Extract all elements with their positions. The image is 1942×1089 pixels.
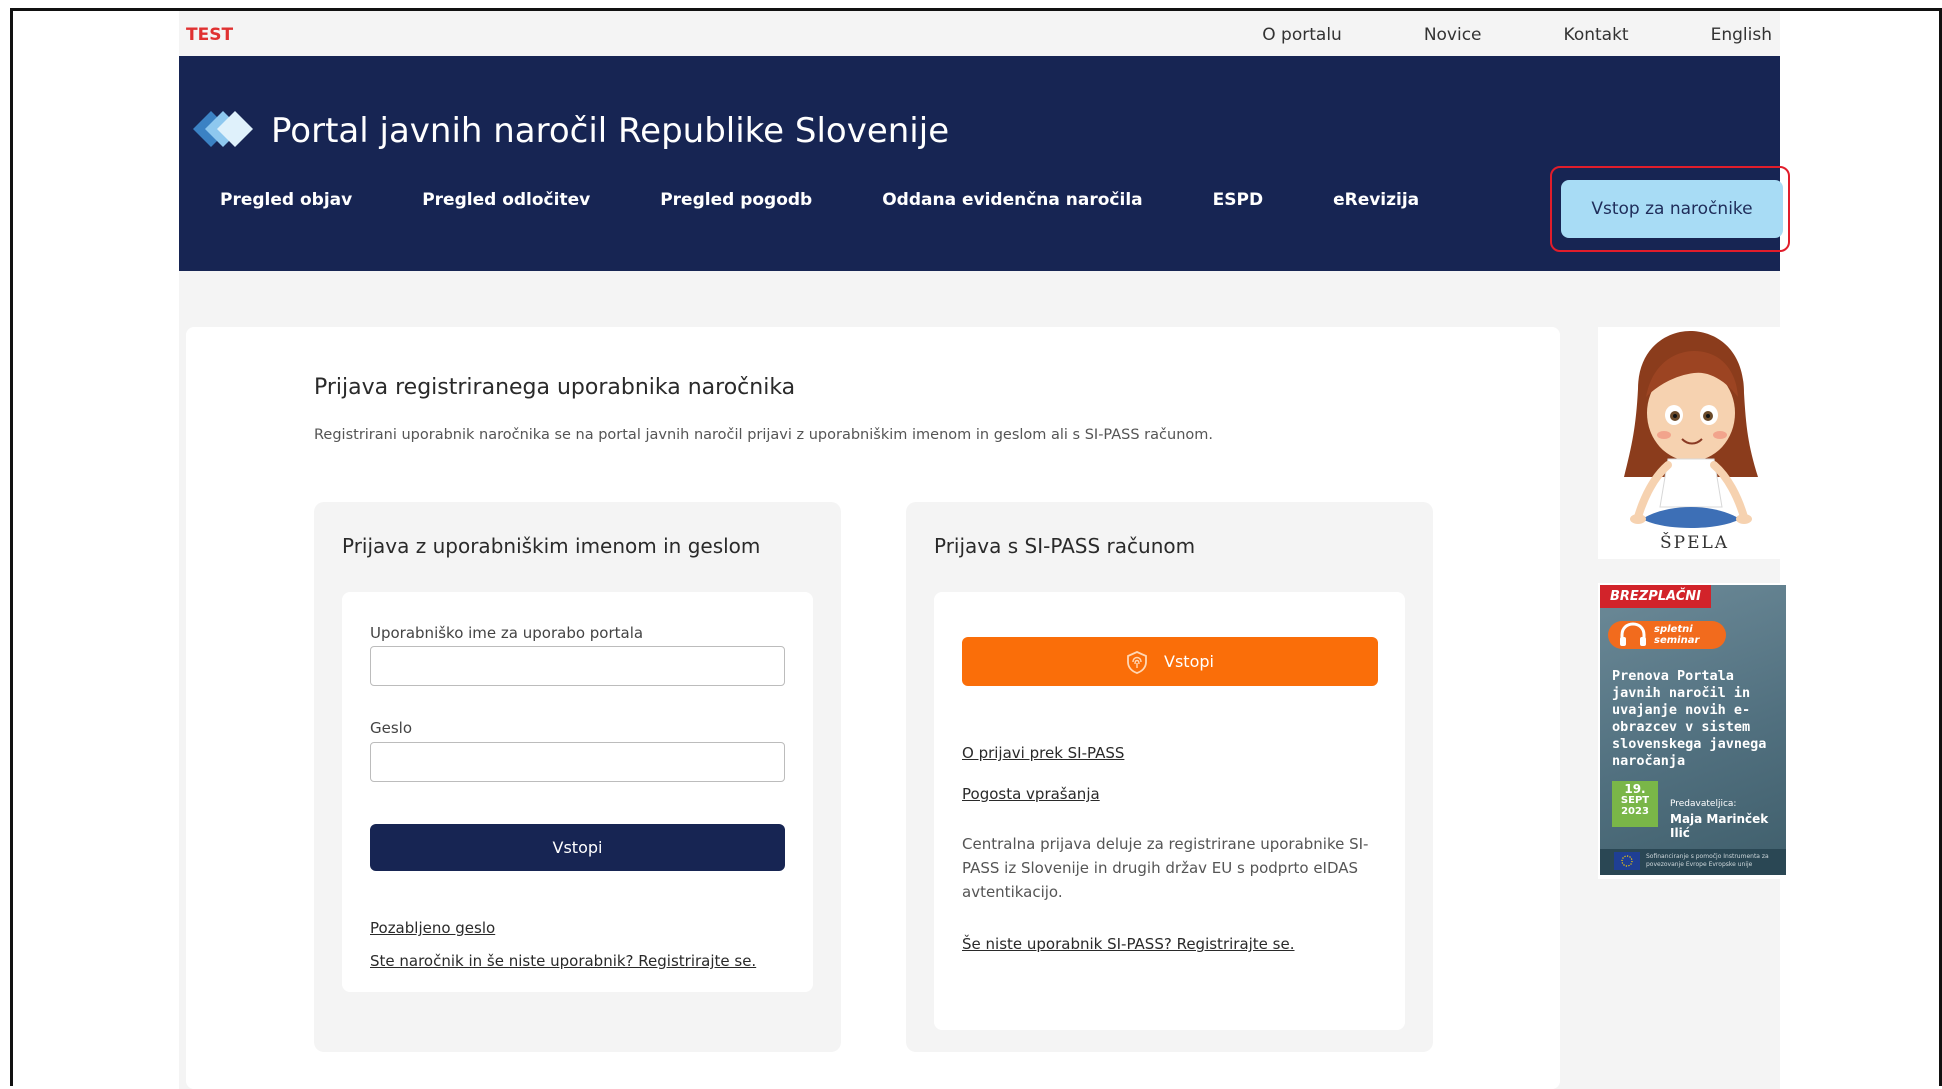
mascot-spela-image[interactable]: ŠPELA (1598, 327, 1780, 559)
fingerprint-icon (1127, 650, 1147, 674)
nav-pregled-objav[interactable]: Pregled objav (220, 190, 352, 210)
webinar-ad-container: BREZPLAČNI spletni seminar Prenova Porta… (1598, 583, 1786, 879)
ad-webinar-label: spletni seminar (1654, 624, 1700, 646)
browser-frame: TEST O portalu Novice Kontakt English Po… (10, 8, 1942, 1089)
nav-erevizija[interactable]: eRevizija (1333, 190, 1419, 210)
intro-text: Registrirani uporabnik naročnika se na p… (314, 427, 1213, 443)
password-login-title: Prijava z uporabniškim imenom in geslom (342, 534, 761, 558)
mascot-caption: ŠPELA (1660, 533, 1730, 553)
top-utility-bar: TEST O portalu Novice Kontakt English (179, 11, 1780, 56)
ad-speaker-label: Predavateljica: (1670, 799, 1737, 809)
password-login-form: Uporabniško ime za uporabo portala Geslo… (342, 592, 813, 992)
mascot-illustration (1624, 331, 1758, 528)
webinar-ad-banner[interactable]: BREZPLAČNI spletni seminar Prenova Porta… (1600, 585, 1786, 875)
ad-speaker-name: Maja Marinček Ilić (1670, 812, 1769, 840)
username-label: Uporabniško ime za uporabo portala (370, 624, 644, 642)
ad-footer-text: Sofinanciranje s pomočjo Instrumenta za … (1646, 853, 1769, 868)
ad-title: Prenova Portala javnih naročil in uvajan… (1612, 668, 1767, 769)
headphones-icon (1620, 622, 1646, 646)
password-login-panel: Prijava z uporabniškim imenom in geslom … (314, 502, 841, 1052)
site-header: Portal javnih naročil Republike Slovenij… (179, 56, 1790, 271)
sipass-description: Centralna prijava deluje za registrirane… (962, 835, 1369, 901)
login-card: Prijava registriranega uporabnika naročn… (186, 327, 1560, 1089)
sipass-login-button-label: Vstopi (1164, 652, 1214, 671)
main-nav: Pregled objav Pregled odločitev Pregled … (220, 190, 1419, 210)
login-button-highlight: Vstop za naročnike (1550, 166, 1790, 252)
sipass-login-button[interactable]: Vstopi (962, 637, 1378, 686)
top-link-kontakt[interactable]: Kontakt (1564, 25, 1629, 45)
eu-flag-icon (1614, 852, 1640, 870)
sipass-faq-link[interactable]: Pogosta vprašanja (962, 785, 1100, 803)
page-title: Prijava registriranega uporabnika naročn… (314, 375, 796, 400)
sipass-login-title: Prijava s SI-PASS računom (934, 534, 1196, 558)
top-link-english[interactable]: English (1711, 25, 1772, 45)
nav-pregled-pogodb[interactable]: Pregled pogodb (660, 190, 812, 210)
password-input[interactable] (370, 742, 785, 782)
ad-free-badge: BREZPLAČNI (1600, 585, 1711, 608)
username-input[interactable] (370, 646, 785, 686)
ad-footer: Sofinanciranje s pomočjo Instrumenta za … (1600, 849, 1786, 875)
page: TEST O portalu Novice Kontakt English Po… (179, 11, 1790, 1089)
sipass-register-link[interactable]: Še niste uporabnik SI-PASS? Registrirajt… (962, 935, 1295, 953)
ad-date-badge: 19. SEPT 2023 (1612, 781, 1658, 827)
top-links: O portalu Novice Kontakt English (1262, 25, 1772, 45)
client-login-button[interactable]: Vstop za naročnike (1561, 180, 1783, 238)
ad-webinar-pill: spletni seminar (1608, 621, 1726, 649)
ad-date-month: SEPT (1620, 795, 1650, 806)
top-link-novice[interactable]: Novice (1424, 25, 1482, 45)
nav-pregled-odlocitev[interactable]: Pregled odločitev (422, 190, 590, 210)
sipass-about-link[interactable]: O prijavi prek SI-PASS (962, 744, 1124, 762)
ad-date-year: 2023 (1621, 806, 1649, 817)
nav-oddana-evidencna-narocila[interactable]: Oddana evidenčna naročila (882, 190, 1142, 210)
environment-label: TEST (186, 25, 234, 45)
sipass-login-box: Vstopi O prijavi prek SI-PASS Pogosta vp… (934, 592, 1405, 1030)
sipass-login-panel: Prijava s SI-PASS računom Vstopi O prija… (906, 502, 1433, 1052)
password-login-submit-button[interactable]: Vstopi (370, 824, 785, 871)
ad-date-day: 19. (1624, 782, 1646, 796)
site-title[interactable]: Portal javnih naročil Republike Slovenij… (271, 111, 949, 151)
password-label: Geslo (370, 719, 413, 737)
nav-espd[interactable]: ESPD (1213, 190, 1263, 210)
forgot-password-link[interactable]: Pozabljeno geslo (370, 919, 495, 937)
top-link-o-portalu[interactable]: O portalu (1262, 25, 1342, 45)
register-client-link[interactable]: Ste naročnik in še niste uporabnik? Regi… (370, 952, 756, 970)
portal-logo-icon[interactable] (187, 101, 259, 157)
